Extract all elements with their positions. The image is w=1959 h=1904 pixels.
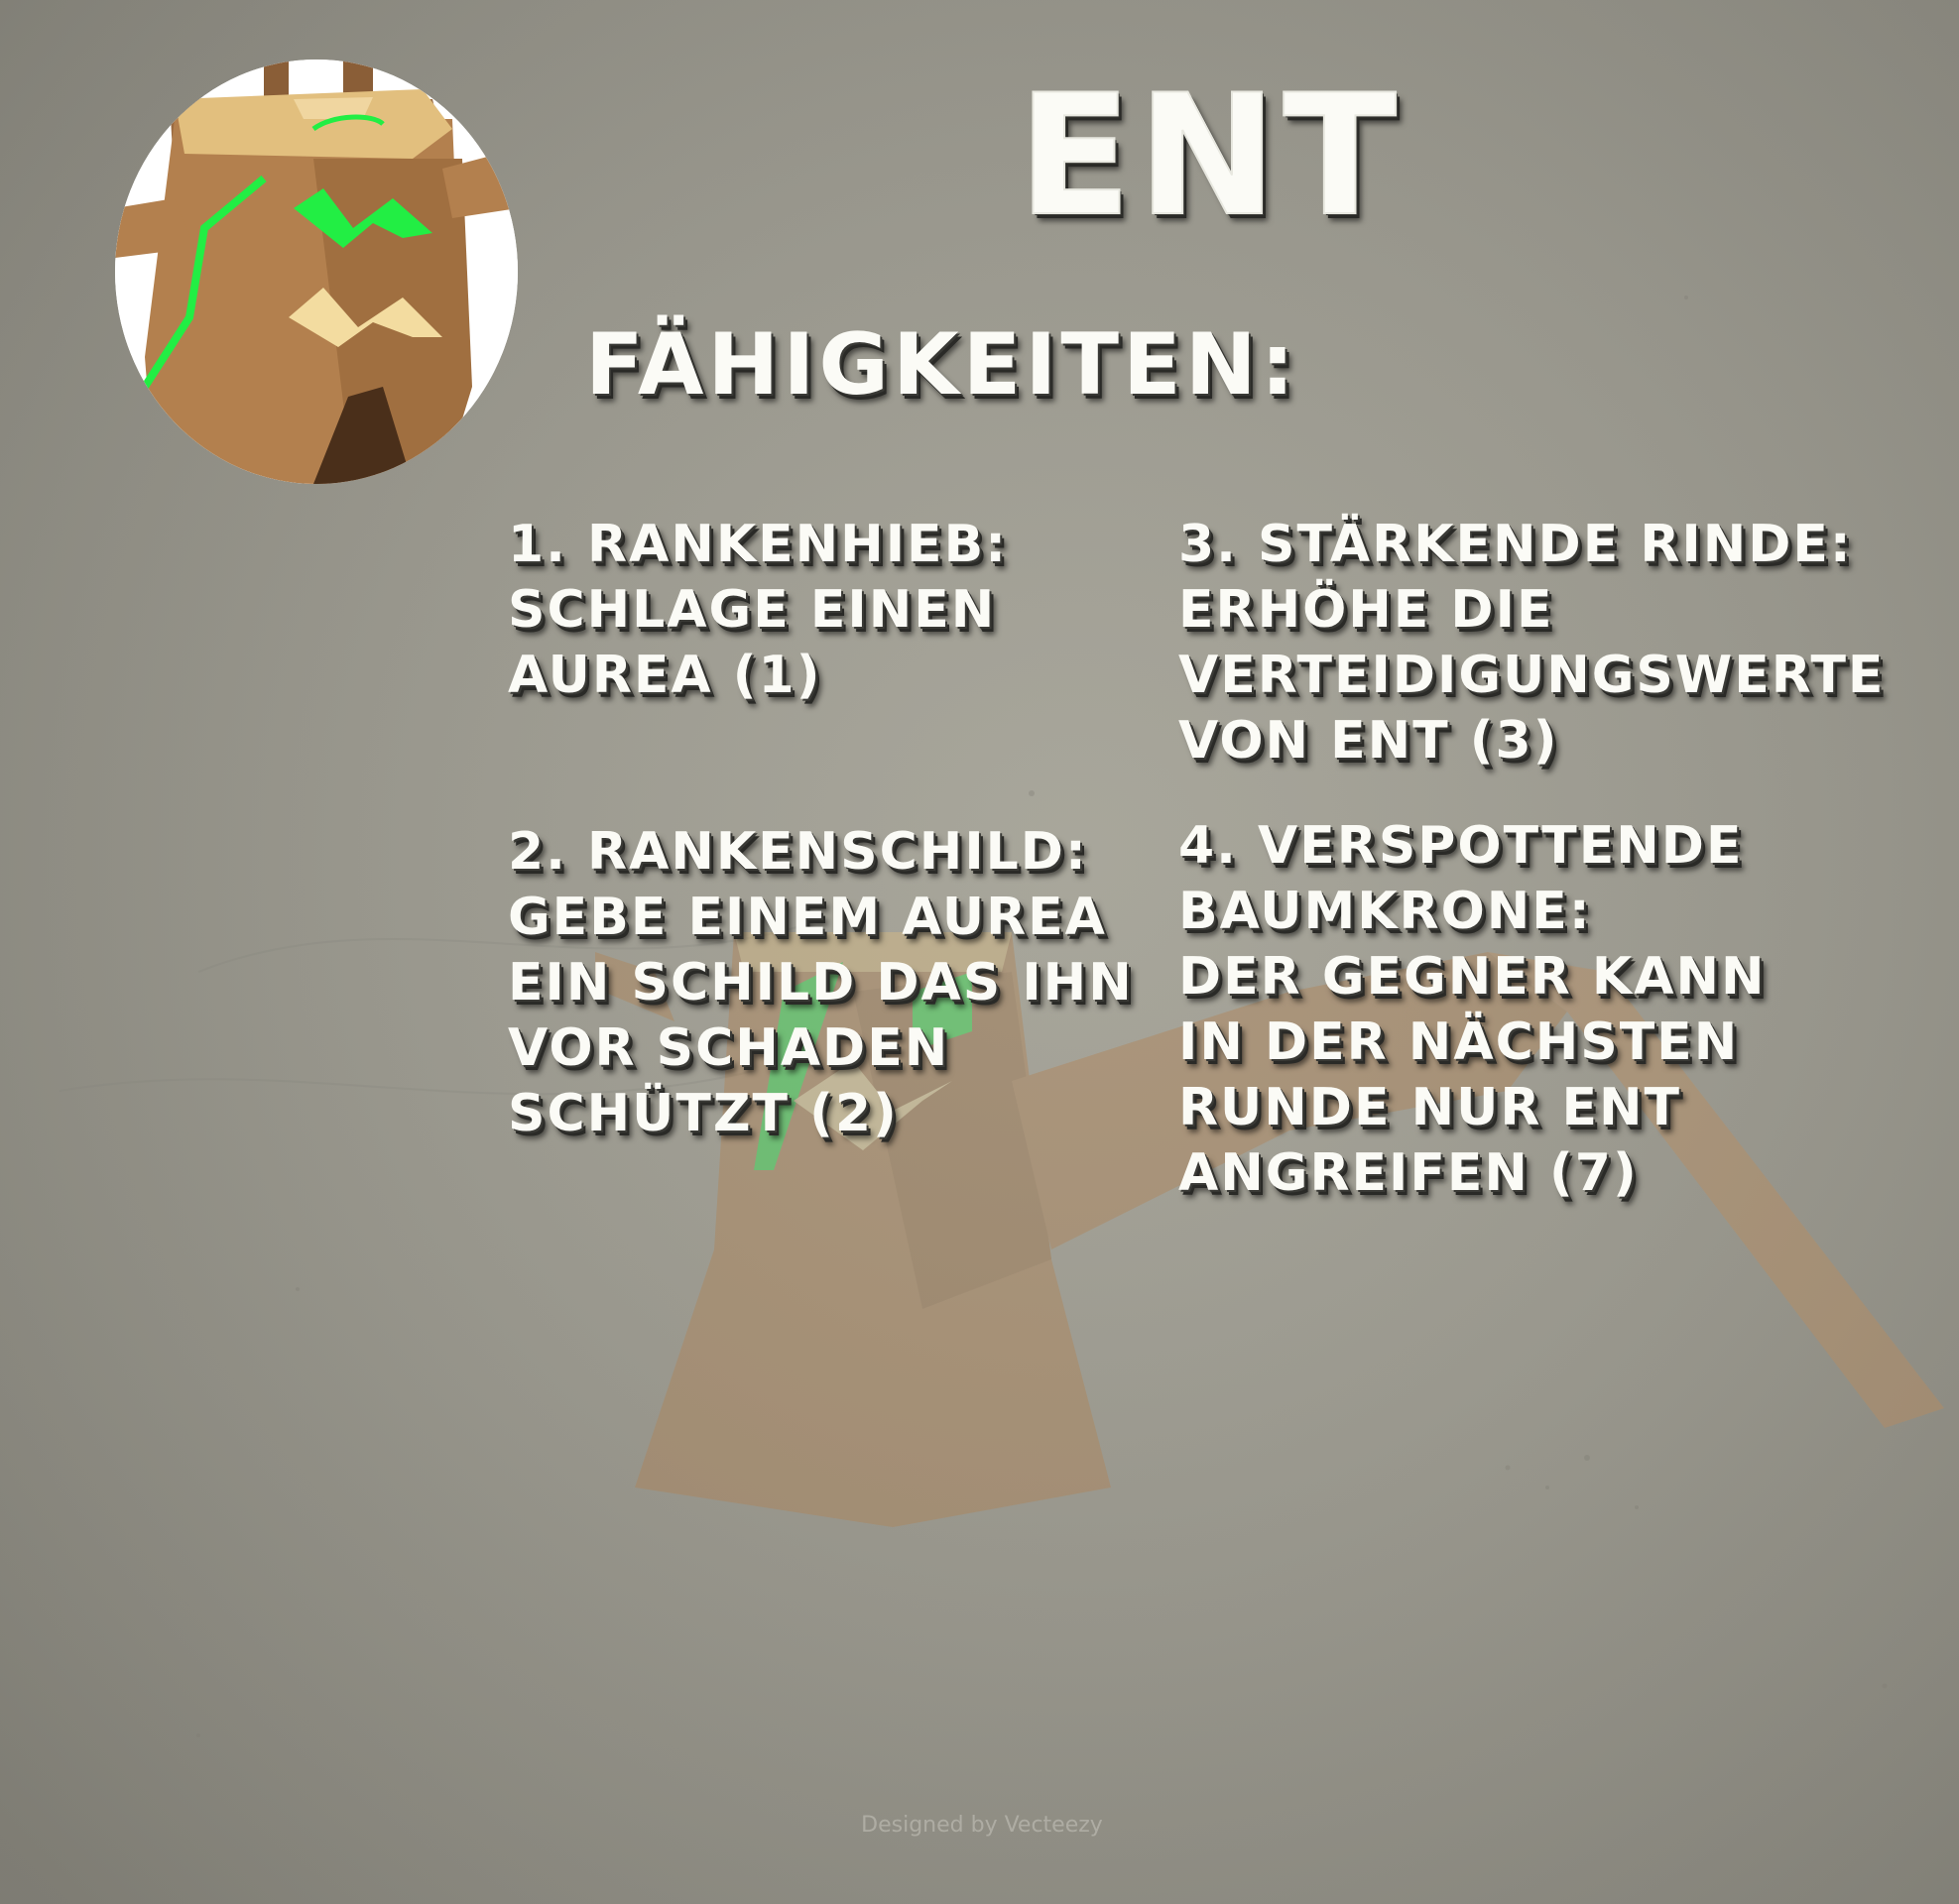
ability-1-text: AUREA (1) <box>508 646 822 705</box>
ability-2-text: EIN SCHILD DAS IHN <box>508 953 1134 1012</box>
ability-1: 1. RANKENHIEB: SCHLAGE EINEN AUREA (1) <box>508 512 1008 708</box>
ability-3-text: VERTEIDIGUNGSWERTE <box>1178 646 1886 705</box>
ent-stump-icon <box>115 60 518 484</box>
ability-4-text: ANGREIFEN (7) <box>1178 1143 1639 1203</box>
abilities-heading: FÄHIGKEITEN: <box>585 315 1299 415</box>
ability-3: 3. STÄRKENDE RINDE: ERHÖHE DIE VERTEIDIG… <box>1178 512 1885 774</box>
ability-2-text: SCHÜTZT (2) <box>508 1084 899 1143</box>
ability-4-text: IN DER NÄCHSTEN <box>1178 1012 1740 1072</box>
ability-2-text: GEBE EINEM AUREA <box>508 888 1107 947</box>
ability-2-text: VOR SCHADEN <box>508 1018 950 1078</box>
watermark: Designed by Vecteezy <box>861 1813 1103 1838</box>
ent-portrait <box>115 60 518 484</box>
ability-4-text: RUNDE NUR ENT <box>1178 1078 1681 1137</box>
ability-2-title: 2. RANKENSCHILD: <box>508 822 1088 882</box>
ability-4-title: 4. VERSPOTTENDE <box>1178 816 1744 876</box>
ability-4-title: BAUMKRONE: <box>1178 882 1592 941</box>
ability-2: 2. RANKENSCHILD: GEBE EINEM AUREA EIN SC… <box>508 819 1134 1146</box>
ability-1-text: SCHLAGE EINEN <box>508 580 997 640</box>
ability-1-title: 1. RANKENHIEB: <box>508 515 1008 574</box>
ability-3-text: VON ENT (3) <box>1178 711 1559 771</box>
character-name: ENT <box>1017 59 1403 253</box>
ability-4: 4. VERSPOTTENDE BAUMKRONE: DER GEGNER KA… <box>1178 813 1766 1206</box>
ent-character-card: ENT FÄHIGKEITEN: 1. RANKENHIEB: SCHLAGE … <box>0 0 1959 1904</box>
ability-3-title: 3. STÄRKENDE RINDE: <box>1178 515 1853 574</box>
ability-4-text: DER GEGNER KANN <box>1178 947 1767 1007</box>
ability-3-text: ERHÖHE DIE <box>1178 580 1554 640</box>
